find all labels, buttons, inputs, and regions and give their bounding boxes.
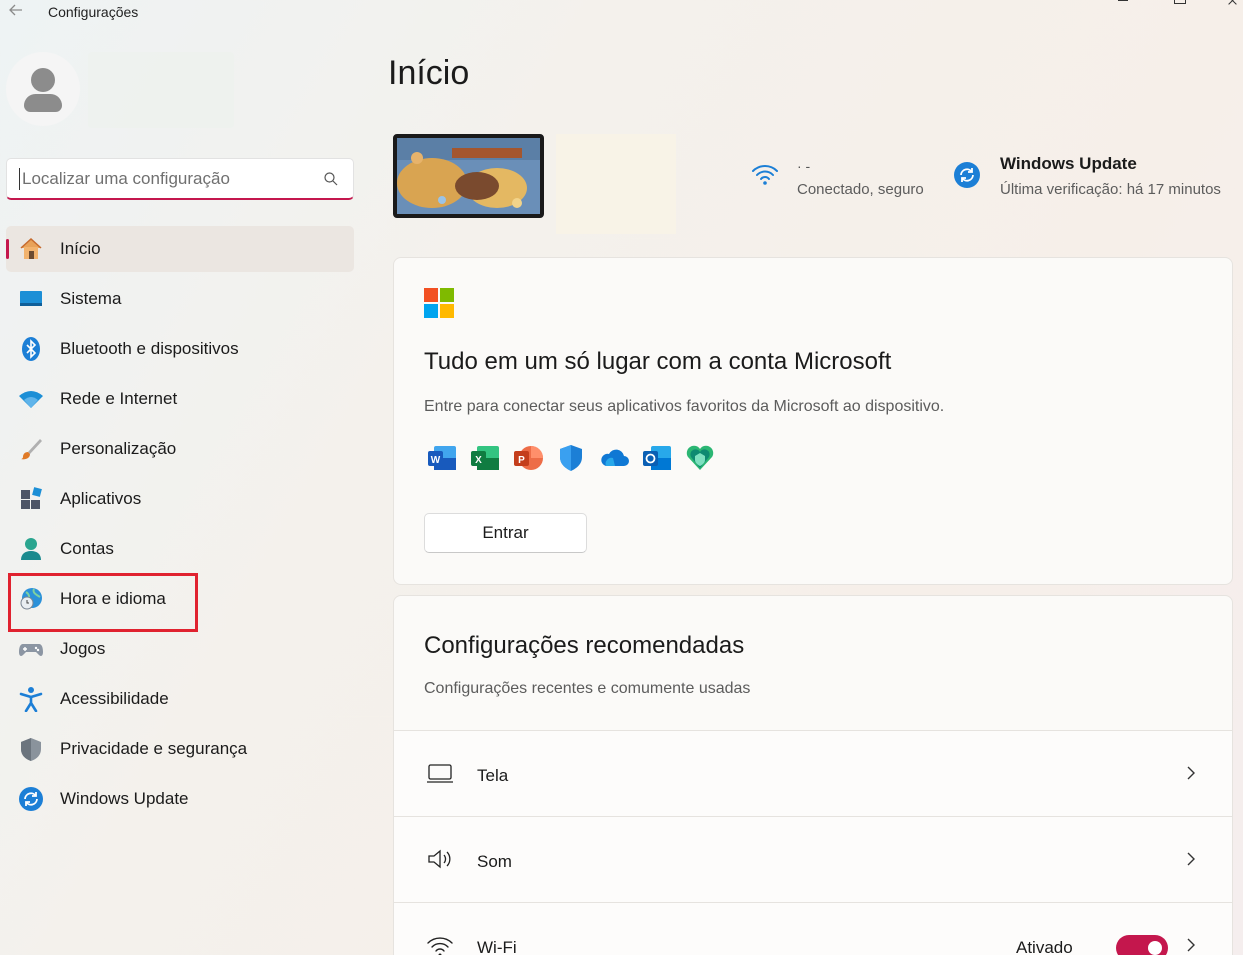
monitor-icon bbox=[20, 291, 42, 306]
word-icon: W bbox=[428, 446, 456, 470]
sidebar-item-acessibilidade[interactable]: Acessibilidade bbox=[6, 676, 354, 722]
excel-icon: X bbox=[471, 446, 499, 470]
recommended-title: Configurações recomendadas bbox=[424, 632, 745, 659]
minimize-button[interactable] bbox=[1114, 0, 1134, 8]
accessibility-icon bbox=[19, 687, 43, 712]
sidebar-nav: Início Sistema Bluetooth e dispositivos … bbox=[0, 226, 360, 826]
sidebar-item-label: Rede e Internet bbox=[60, 389, 178, 408]
search-input[interactable] bbox=[19, 168, 309, 190]
chevron-right-icon bbox=[1187, 852, 1195, 866]
search-box[interactable] bbox=[6, 158, 354, 200]
chevron-right-icon bbox=[1187, 938, 1195, 952]
microsoft-logo-icon bbox=[424, 288, 454, 318]
svg-text:X: X bbox=[475, 455, 482, 466]
wallpaper-image bbox=[397, 138, 540, 214]
sidebar-item-contas[interactable]: Contas bbox=[6, 526, 354, 572]
wifi-icon bbox=[427, 937, 453, 955]
shield-icon bbox=[21, 738, 41, 761]
outlook-icon bbox=[643, 446, 671, 470]
signin-button[interactable]: Entrar bbox=[424, 513, 587, 553]
setting-row-label: Tela bbox=[477, 766, 509, 785]
wifi-icon bbox=[19, 391, 43, 408]
page-title: Início bbox=[388, 54, 470, 92]
recommended-settings-card: Configurações recomendadas Configurações… bbox=[393, 595, 1233, 955]
profile-name-placeholder bbox=[88, 52, 234, 128]
sidebar-item-label: Início bbox=[60, 239, 101, 258]
setting-row-wifi[interactable]: Wi-Fi Ativado bbox=[394, 902, 1232, 955]
chevron-right-icon bbox=[1187, 766, 1195, 780]
home-icon bbox=[20, 237, 42, 259]
ms-card-subtitle: Entre para conectar seus aplicativos fav… bbox=[424, 398, 945, 415]
defender-icon bbox=[560, 445, 582, 471]
bluetooth-icon bbox=[22, 337, 40, 361]
wifi-toggle[interactable] bbox=[1116, 935, 1168, 955]
svg-text:W: W bbox=[431, 455, 441, 466]
update-icon bbox=[19, 787, 43, 811]
speaker-icon bbox=[428, 849, 451, 869]
sidebar-item-label: Personalização bbox=[60, 439, 177, 458]
sidebar-item-jogos[interactable]: Jogos bbox=[6, 626, 354, 672]
sidebar-item-label: Privacidade e segurança bbox=[60, 739, 248, 758]
sidebar-item-label: Contas bbox=[60, 539, 114, 558]
sidebar-item-privacidade[interactable]: Privacidade e segurança bbox=[6, 726, 354, 772]
wifi-status-icon bbox=[752, 165, 778, 185]
display-icon bbox=[427, 764, 453, 783]
arrow-left-icon bbox=[9, 4, 22, 16]
sidebar-item-label: Jogos bbox=[60, 639, 106, 658]
apps-icon bbox=[21, 487, 42, 509]
person-icon bbox=[21, 538, 41, 560]
setting-row-tela[interactable]: Tela bbox=[394, 730, 1232, 816]
ms-card-title: Tudo em um só lugar com a conta Microsof… bbox=[424, 348, 892, 375]
onedrive-icon bbox=[601, 449, 629, 466]
sidebar-item-label: Bluetooth e dispositivos bbox=[60, 339, 239, 358]
paintbrush-icon bbox=[21, 439, 42, 460]
sidebar-item-sistema[interactable]: Sistema bbox=[6, 276, 354, 322]
device-wallpaper-thumbnail[interactable] bbox=[393, 134, 544, 218]
sidebar-item-aplicativos[interactable]: Aplicativos bbox=[6, 476, 354, 522]
avatar[interactable] bbox=[6, 52, 80, 126]
setting-row-label: Wi-Fi bbox=[477, 938, 517, 955]
powerpoint-icon: P bbox=[514, 446, 543, 470]
sidebar-item-windows-update[interactable]: Windows Update bbox=[6, 776, 354, 822]
sidebar-item-label: Windows Update bbox=[60, 789, 189, 808]
network-name: · - bbox=[797, 158, 811, 174]
setting-row-som[interactable]: Som bbox=[394, 816, 1232, 902]
wifi-toggle-label: Ativado bbox=[1016, 938, 1073, 955]
windows-update-icon bbox=[954, 162, 980, 188]
avatar-body bbox=[24, 94, 62, 112]
sidebar-item-personalizacao[interactable]: Personalização bbox=[6, 426, 354, 472]
close-button[interactable] bbox=[1226, 0, 1243, 8]
sidebar-item-label: Aplicativos bbox=[60, 489, 142, 508]
windows-update-subtitle: Última verificação: há 17 minutos bbox=[1000, 181, 1221, 198]
avatar-head bbox=[31, 68, 55, 92]
sidebar-item-bluetooth[interactable]: Bluetooth e dispositivos bbox=[6, 326, 354, 372]
network-status: Conectado, seguro bbox=[797, 181, 924, 198]
app-title: Configurações bbox=[48, 4, 139, 20]
sidebar-item-label: Acessibilidade bbox=[60, 689, 169, 708]
sidebar-item-label: Sistema bbox=[60, 289, 122, 308]
maximize-button[interactable] bbox=[1170, 0, 1190, 8]
svg-text:P: P bbox=[518, 455, 525, 466]
setting-row-label: Som bbox=[477, 852, 512, 871]
microsoft-account-card: Tudo em um só lugar com a conta Microsof… bbox=[393, 257, 1233, 585]
highlight-annotation bbox=[8, 573, 198, 632]
back-button[interactable] bbox=[6, 2, 26, 22]
family-safety-icon bbox=[686, 445, 714, 470]
gamepad-icon bbox=[19, 644, 43, 656]
device-name-placeholder bbox=[556, 134, 676, 234]
recommended-subtitle: Configurações recentes e comumente usada… bbox=[424, 680, 751, 697]
sidebar-item-rede[interactable]: Rede e Internet bbox=[6, 376, 354, 422]
search-icon[interactable] bbox=[323, 171, 339, 187]
windows-update-title[interactable]: Windows Update bbox=[1000, 154, 1137, 174]
title-bar: Configurações bbox=[0, 0, 1243, 26]
sidebar-item-inicio[interactable]: Início bbox=[6, 226, 354, 272]
